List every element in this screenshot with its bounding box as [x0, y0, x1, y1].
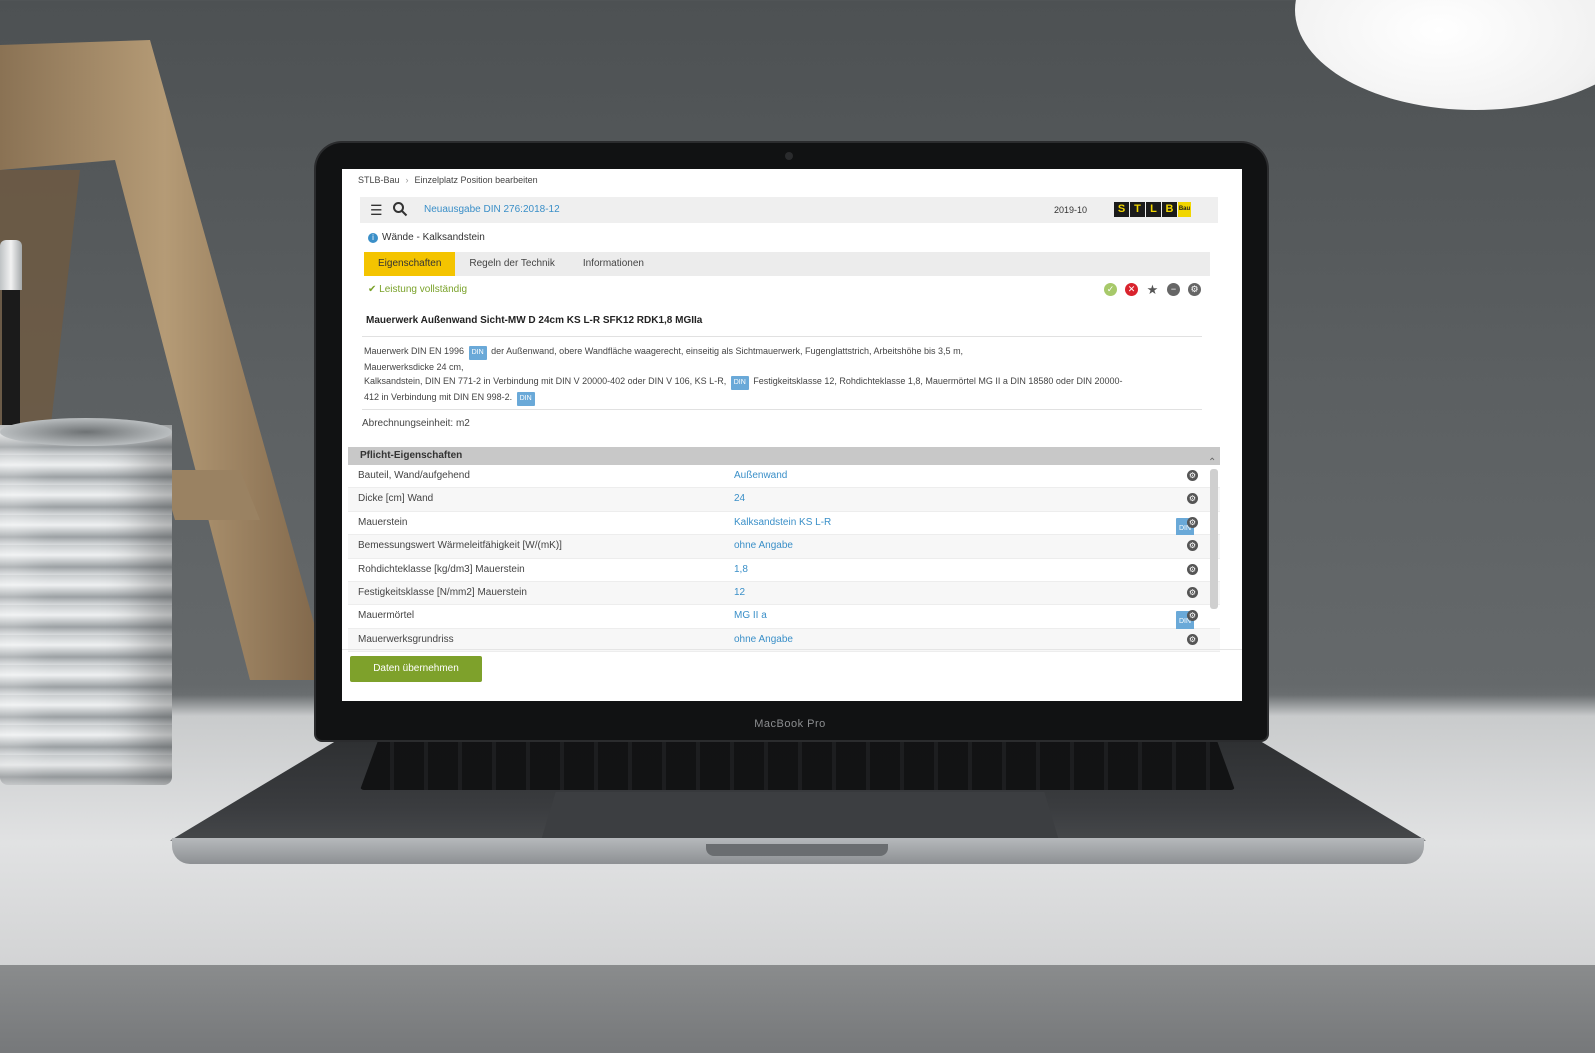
breadcrumb-page: Einzelplatz Position bearbeiten: [414, 175, 538, 185]
row-settings-icon[interactable]: ⚙: [1187, 633, 1198, 645]
info-icon[interactable]: i: [368, 233, 378, 243]
breadcrumb: STLB-Bau › Einzelplatz Position bearbeiten: [358, 175, 538, 185]
property-value[interactable]: Kalksandstein KS L-R: [734, 512, 831, 534]
breadcrumb-separator: ›: [405, 175, 409, 185]
app-screen: STLB-Bau › Einzelplatz Position bearbeiten…: [342, 169, 1242, 701]
desc-line-4: 412 in Verbindung mit DIN EN 998-2.: [364, 392, 513, 402]
property-value[interactable]: 24: [734, 488, 745, 510]
search-icon[interactable]: [392, 201, 408, 217]
row-settings-icon[interactable]: ⚙: [1187, 516, 1198, 528]
row-settings-icon[interactable]: ⚙: [1187, 540, 1198, 552]
table-row: Bemessungswert Wärmeleitfähigkeit [W/(mK…: [348, 535, 1220, 559]
desc-line-1b: der Außenwand, obere Wandfläche waagerec…: [491, 346, 964, 356]
row-settings-icon[interactable]: ⚙: [1187, 470, 1198, 481]
desk-edge: [0, 965, 1595, 1053]
validate-icon[interactable]: ✓: [1104, 283, 1117, 296]
table-scrollbar[interactable]: [1210, 469, 1218, 609]
star-icon[interactable]: ★: [1146, 283, 1159, 296]
property-key: Festigkeitsklasse [N/mm2] Mauerstein: [358, 586, 527, 598]
section-label: i Wände - Kalksandstein: [368, 232, 485, 243]
delete-icon[interactable]: ✕: [1125, 283, 1138, 296]
laptop-brand: MacBook Pro: [754, 718, 826, 730]
apply-data-button[interactable]: Daten übernehmen: [350, 656, 482, 682]
table-row: Dicke [cm] Wand 24 ⚙: [348, 488, 1220, 512]
position-actions: ✓ ✕ ★ − ⚙: [1104, 283, 1201, 296]
status-text: Leistung vollständig: [379, 284, 468, 295]
laptop-keyboard: [360, 742, 1235, 790]
divider: [342, 649, 1242, 650]
property-key: Bauteil, Wand/aufgehend: [358, 470, 470, 481]
property-key: Mauerwerksgrundriss: [358, 633, 454, 645]
metal-can: [0, 425, 172, 785]
property-value[interactable]: ohne Angabe: [734, 535, 793, 557]
property-value[interactable]: MG II a: [734, 605, 767, 627]
position-title: Mauerwerk Außenwand Sicht-MW D 24cm KS L…: [366, 315, 703, 326]
lamp-shade: [1295, 0, 1595, 110]
logo-letter-t: T: [1130, 202, 1145, 217]
billing-unit: Abrechnungseinheit: m2: [362, 418, 470, 429]
row-settings-icon[interactable]: ⚙: [1187, 563, 1198, 575]
property-value[interactable]: ohne Angabe: [734, 629, 793, 651]
logo-letter-s: S: [1114, 202, 1129, 217]
desc-line-2: Mauerwerksdicke 24 cm,: [364, 362, 464, 372]
table-row: Mauerstein Kalksandstein KS L-R DIN ⚙: [348, 512, 1220, 540]
tab-bar: Eigenschaften Regeln der Technik Informa…: [364, 252, 1210, 276]
tab-regeln-der-technik[interactable]: Regeln der Technik: [455, 252, 568, 276]
property-key: Dicke [cm] Wand: [358, 493, 434, 505]
properties-table: Pflicht-Eigenschaften Bauteil, Wand/aufg…: [348, 447, 1220, 653]
camera-icon: [785, 152, 793, 160]
row-settings-icon[interactable]: ⚙: [1187, 586, 1198, 598]
scroll-up-chevron-icon[interactable]: ⌃: [1208, 457, 1216, 468]
property-key: Rohdichteklasse [kg/dm3] Mauerstein: [358, 563, 525, 575]
tab-informationen[interactable]: Informationen: [569, 252, 658, 276]
properties-header: Pflicht-Eigenschaften: [348, 447, 1220, 465]
table-row: Bauteil, Wand/aufgehend Außenwand ⚙: [348, 465, 1220, 489]
hamburger-menu-icon[interactable]: ☰: [370, 202, 383, 219]
pencil-cap: [0, 240, 22, 290]
row-settings-icon[interactable]: ⚙: [1187, 493, 1198, 505]
minus-icon[interactable]: −: [1167, 283, 1180, 296]
desc-line-3b: Festigkeitsklasse 12, Rohdichteklasse 1,…: [753, 376, 1123, 386]
desc-line-3: Kalksandstein, DIN EN 771-2 in Verbindun…: [364, 376, 727, 386]
divider: [362, 409, 1202, 410]
logo-letter-b: B: [1162, 202, 1177, 217]
property-key: Mauerstein: [358, 516, 408, 528]
metal-can-top: [0, 418, 172, 446]
edition-link[interactable]: Neuausgabe DIN 276:2018-12: [424, 204, 560, 215]
section-title: Wände - Kalksandstein: [382, 232, 485, 243]
table-row: Rohdichteklasse [kg/dm3] Mauerstein 1,8 …: [348, 559, 1220, 582]
table-row: Festigkeitsklasse [N/mm2] Mauerstein 12 …: [348, 581, 1220, 606]
din-badge[interactable]: DIN: [730, 376, 749, 390]
status-indicator: ✔ Leistung vollständig: [368, 284, 467, 295]
property-value[interactable]: 12: [734, 582, 745, 604]
table-row: Mauermörtel MG II a DIN ⚙: [348, 605, 1220, 634]
property-key: Mauermörtel: [358, 610, 415, 622]
din-badge[interactable]: DIN: [468, 346, 487, 360]
desc-line-1: Mauerwerk DIN EN 1996: [364, 346, 465, 356]
property-value[interactable]: Außenwand: [734, 465, 787, 487]
property-key: Bemessungswert Wärmeleitfähigkeit [W/(mK…: [358, 540, 562, 552]
settings-gear-icon[interactable]: ⚙: [1188, 283, 1201, 296]
position-description: Mauerwerk DIN EN 1996 DIN der Außenwand,…: [364, 344, 1204, 406]
row-settings-icon[interactable]: ⚙: [1187, 610, 1198, 622]
din-badge[interactable]: DIN: [516, 392, 535, 406]
tab-eigenschaften[interactable]: Eigenschaften: [364, 252, 456, 276]
checkmark-icon: ✔: [368, 284, 377, 295]
version-label: 2019-10: [1054, 205, 1088, 215]
logo-bau: Bau: [1178, 202, 1191, 217]
laptop-trackpad: [540, 792, 1060, 844]
top-toolbar: ☰ Neuausgabe DIN 276:2018-12 2019-10 S T…: [360, 197, 1218, 223]
logo-letter-l: L: [1146, 202, 1161, 217]
laptop-notch: [706, 844, 888, 856]
breadcrumb-app[interactable]: STLB-Bau: [358, 175, 400, 185]
property-value[interactable]: 1,8: [734, 559, 748, 581]
stlb-logo: S T L B Bau: [1114, 202, 1191, 217]
divider: [362, 336, 1202, 337]
